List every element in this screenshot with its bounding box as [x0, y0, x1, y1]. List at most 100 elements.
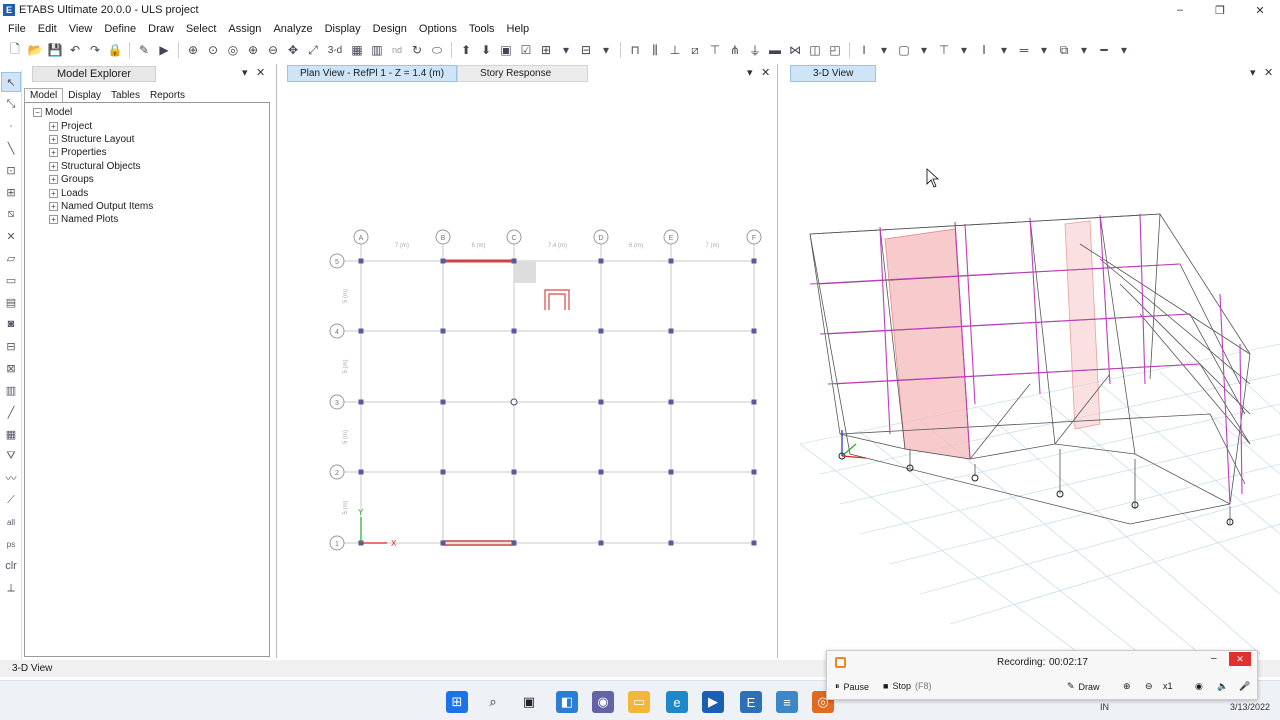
i-section-icon[interactable]: I	[855, 41, 873, 59]
stop-button[interactable]: ■ Stop (F8)	[883, 681, 931, 691]
store-icon[interactable]: ▶	[702, 691, 724, 713]
menu-file[interactable]: File	[2, 23, 32, 35]
brace-icon[interactable]: ⧄	[686, 41, 704, 59]
minimize-button[interactable]: –	[1160, 0, 1200, 20]
clear-selection-icon[interactable]: clr	[1, 556, 21, 576]
zoom-in-icon[interactable]: ⊕	[244, 41, 262, 59]
object-shrink-icon[interactable]: ▣	[497, 41, 515, 59]
perspective-icon[interactable]: ⬭	[428, 41, 446, 59]
recorder-minimize-button[interactable]: –	[1211, 653, 1217, 664]
menu-assign[interactable]: Assign	[222, 23, 267, 35]
draw-dimension-icon[interactable]: ⟋	[1, 490, 21, 510]
tree-item-project[interactable]: + Project	[25, 119, 269, 132]
undo-icon[interactable]: ↶	[66, 41, 84, 59]
chevron-down-icon[interactable]: ▾	[1115, 41, 1133, 59]
zoom-restore-icon[interactable]: ⊙	[204, 41, 222, 59]
view-options-icon[interactable]: ⊟	[577, 41, 595, 59]
tree-item-structure-layout[interactable]: + Structure Layout	[25, 133, 269, 146]
expand-icon[interactable]: +	[49, 161, 58, 171]
recorder-close-button[interactable]: ✕	[1229, 652, 1251, 666]
tab-plan-view[interactable]: Plan View - RefPl 1 - Z = 1.4 (m)	[287, 65, 458, 82]
menu-help[interactable]: Help	[501, 23, 536, 35]
view-3d-button[interactable]: 3-d	[324, 41, 346, 59]
elevation-view-icon[interactable]: ▥	[368, 41, 386, 59]
select-previous-icon[interactable]: ps	[1, 534, 21, 554]
beam-icon[interactable]: ⊥	[666, 41, 684, 59]
zoom-in-button[interactable]: ⊕	[1123, 681, 1131, 692]
microphone-button[interactable]: 🎤	[1239, 681, 1250, 692]
panel-close-icon[interactable]: ✕	[1264, 66, 1273, 79]
search-icon[interactable]: ⌕	[482, 691, 504, 713]
move-down-icon[interactable]: ⬇	[477, 41, 495, 59]
tab-model[interactable]: Model	[24, 88, 64, 102]
task-view-icon[interactable]: ▣	[518, 691, 540, 713]
collapse-icon[interactable]: −	[33, 108, 42, 118]
zoom-out-button[interactable]: ⊖	[1145, 681, 1153, 692]
draw-floor-icon[interactable]: ▱	[1, 248, 21, 268]
panel-menu-icon[interactable]: ▾	[1250, 66, 1256, 79]
menu-edit[interactable]: Edit	[32, 23, 63, 35]
tree-item-loads[interactable]: + Loads	[25, 186, 269, 199]
set-display-options-icon[interactable]: ⊞	[537, 41, 555, 59]
lock-icon[interactable]: 🔒	[106, 41, 124, 59]
chevron-down-icon[interactable]: ▾	[557, 41, 575, 59]
expand-icon[interactable]: +	[49, 134, 58, 144]
speaker-button[interactable]: 🔈	[1217, 681, 1228, 692]
opening-icon[interactable]: ◰	[826, 41, 844, 59]
zoom-previous-icon[interactable]: ◎	[224, 41, 242, 59]
widgets-icon[interactable]: ◧	[556, 691, 578, 713]
menu-select[interactable]: Select	[180, 23, 223, 35]
t-section-icon[interactable]: ⊤	[935, 41, 953, 59]
panel-close-icon[interactable]: ✕	[256, 66, 265, 79]
zoom-out-icon[interactable]: ⊖	[264, 41, 282, 59]
draw-joint-icon[interactable]: ·	[1, 116, 21, 136]
line-style-icon[interactable]: ═	[1015, 41, 1033, 59]
panel-menu-icon[interactable]: ▾	[747, 66, 753, 79]
menu-tools[interactable]: Tools	[463, 23, 501, 35]
frame-icon[interactable]: ⊓	[626, 41, 644, 59]
measure-icon[interactable]: ⤢	[304, 41, 322, 59]
draw-rect-floor-icon[interactable]: ▭	[1, 270, 21, 290]
i-beam-icon[interactable]: Ⅰ	[975, 41, 993, 59]
move-up-icon[interactable]: ⬆	[457, 41, 475, 59]
menu-draw[interactable]: Draw	[142, 23, 180, 35]
menu-analyze[interactable]: Analyze	[267, 23, 318, 35]
file-explorer-icon[interactable]: ▭	[628, 691, 650, 713]
check-icon[interactable]: ☑	[517, 41, 535, 59]
select-all-icon[interactable]: all	[1, 512, 21, 532]
chevron-down-icon[interactable]: ▾	[955, 41, 973, 59]
tab-reports[interactable]: Reports	[145, 89, 190, 102]
draw-opening-icon[interactable]: ◙	[1, 314, 21, 334]
snap-icon[interactable]: ⟂	[1, 578, 21, 598]
draw-button[interactable]: ✎ Draw	[1067, 681, 1100, 692]
copy-icon[interactable]: ⧉	[1055, 41, 1073, 59]
chevron-down-icon[interactable]: ▾	[915, 41, 933, 59]
pointer-icon[interactable]: ↖	[1, 72, 21, 92]
reshape-icon[interactable]: ⤡	[1, 94, 21, 114]
panel-menu-icon[interactable]: ▾	[242, 66, 248, 79]
dimension-icon[interactable]: ━	[1095, 41, 1113, 59]
area-icon[interactable]: ◫	[806, 41, 824, 59]
pan-icon[interactable]: ✥	[284, 41, 302, 59]
plan-canvas[interactable]: A B C D E F 5 4 3 2 1 7 (m) 6 (m) 7.4 (m) 6 (m) 7 (m) 5 …	[277, 84, 777, 658]
display-icon[interactable]: ▢	[895, 41, 913, 59]
plan-view-icon[interactable]: ▦	[348, 41, 366, 59]
pencil-icon[interactable]: ✎	[135, 41, 153, 59]
chevron-down-icon[interactable]: ▾	[597, 41, 615, 59]
draw-spandrel-icon[interactable]: ⊠	[1, 358, 21, 378]
tree-item-groups[interactable]: + Groups	[25, 173, 269, 186]
tree-item-model[interactable]: − Model	[25, 106, 269, 119]
tray-date[interactable]: 3/13/2022	[1230, 702, 1270, 712]
tab-3d-view[interactable]: 3-D View	[790, 65, 877, 82]
draw-column-icon[interactable]: ⊞	[1, 182, 21, 202]
edge-browser-icon[interactable]: e	[666, 691, 688, 713]
tab-display[interactable]: Display	[63, 89, 106, 102]
draw-cross-brace-icon[interactable]: ✕	[1, 226, 21, 246]
chevron-down-icon[interactable]: ▾	[1075, 41, 1093, 59]
notepad-icon[interactable]: ≡	[776, 691, 798, 713]
tab-tables[interactable]: Tables	[106, 89, 145, 102]
menu-design[interactable]: Design	[367, 23, 413, 35]
draw-section-cut-icon[interactable]: ▥	[1, 380, 21, 400]
tree-item-properties[interactable]: + Properties	[25, 146, 269, 159]
maximize-button[interactable]: ❐	[1200, 0, 1240, 20]
